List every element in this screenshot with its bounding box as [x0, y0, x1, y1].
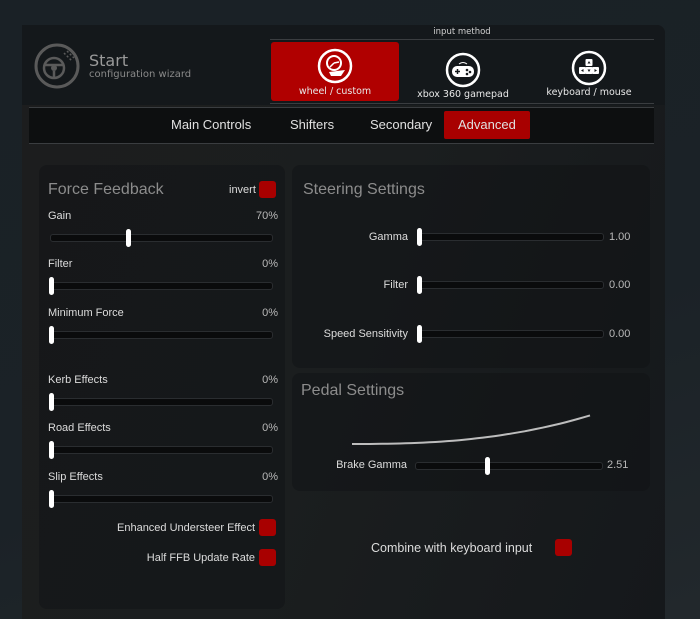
- tab-advanced[interactable]: Advanced: [444, 111, 530, 139]
- slider-thumb[interactable]: [417, 325, 422, 343]
- brake-gamma-label: Brake Gamma: [336, 459, 407, 471]
- tab-main-controls[interactable]: Main Controls: [157, 111, 265, 139]
- wizard-title: Start: [89, 51, 129, 70]
- steering-settings-panel: Steering Settings Gamma 1.00 Filter 0.00 S…: [292, 165, 650, 368]
- ffb-slider-label: Kerb Effects: [48, 374, 108, 386]
- slider-thumb[interactable]: [49, 441, 54, 459]
- input-method-gamepad-button[interactable]: xbox 360 gamepad: [399, 42, 527, 101]
- divider: [29, 143, 654, 144]
- ffb-slider[interactable]: [49, 490, 273, 508]
- keyboard-arrows-icon: [571, 50, 607, 86]
- gamepad-icon: [445, 52, 481, 88]
- slider-thumb[interactable]: [484, 457, 490, 475]
- ffb-slider[interactable]: [49, 393, 273, 411]
- ffb-slider-value: 0%: [262, 422, 278, 434]
- steering-slider-label: Filter: [383, 279, 408, 291]
- ffb-slider-value: 0%: [262, 374, 278, 386]
- divider: [270, 39, 654, 40]
- brake-gamma-curve: [352, 414, 591, 445]
- enhanced-understeer-label: Enhanced Understeer Effect: [117, 522, 255, 534]
- steering-slider-label: Gamma: [368, 231, 408, 243]
- slider-thumb[interactable]: [417, 276, 422, 294]
- ffb-slider-value: 70%: [255, 210, 278, 222]
- steering-slider-value: 0.00: [609, 328, 631, 340]
- ffb-slider-label: Gain: [48, 210, 72, 222]
- slider-thumb[interactable]: [49, 326, 54, 344]
- input-method-label: xbox 360 gamepad: [417, 89, 509, 100]
- header: Start configuration wizard input method …: [22, 25, 665, 105]
- steering-slider[interactable]: [417, 228, 604, 246]
- slider-thumb[interactable]: [49, 490, 54, 508]
- steering-slider-value: 1.00: [609, 231, 631, 243]
- pedal-settings-panel: Pedal Settings Brake Gamma 2.51: [292, 373, 650, 491]
- enhanced-understeer-checkbox[interactable]: [259, 519, 276, 536]
- panel-title: Force Feedback: [48, 181, 164, 198]
- ffb-slider[interactable]: [50, 229, 273, 247]
- brake-gamma-value: 2.51: [607, 459, 629, 471]
- slider-thumb[interactable]: [126, 229, 132, 247]
- ffb-slider[interactable]: [49, 441, 273, 459]
- invert-checkbox[interactable]: [259, 181, 276, 198]
- steering-wheel-logo-icon: [34, 43, 80, 89]
- force-feedback-panel: Force Feedback invert Gain 70% Filter 0%…: [39, 165, 285, 609]
- slider-thumb[interactable]: [49, 277, 54, 295]
- wizard-window: Start configuration wizard input method …: [22, 25, 665, 619]
- steering-slider[interactable]: [417, 276, 604, 294]
- tab-secondary[interactable]: Secondary: [356, 111, 446, 139]
- panel-title: Steering Settings: [303, 181, 425, 198]
- invert-label: invert: [229, 184, 256, 196]
- ffb-slider[interactable]: [49, 326, 273, 344]
- divider: [270, 103, 654, 104]
- tab-shifters[interactable]: Shifters: [276, 111, 348, 139]
- brake-gamma-slider[interactable]: [415, 457, 603, 475]
- combine-keyboard-label: Combine with keyboard input: [371, 541, 533, 555]
- steering-slider[interactable]: [417, 325, 604, 343]
- half-ffb-rate-label: Half FFB Update Rate: [146, 552, 255, 564]
- slider-thumb[interactable]: [417, 228, 422, 246]
- ffb-slider-label: Filter: [48, 258, 73, 270]
- panel-title: Pedal Settings: [301, 382, 405, 399]
- ffb-slider-value: 0%: [262, 471, 278, 483]
- input-method-keyboard-button[interactable]: keyboard / mouse: [525, 42, 653, 101]
- wizard-subtitle: configuration wizard: [89, 69, 192, 80]
- tab-bar: Main Controls Shifters Secondary Advance…: [29, 108, 654, 143]
- input-method-label: input method: [433, 27, 491, 37]
- steering-slider-label: Speed Sensitivity: [323, 328, 408, 340]
- input-method-wheel-button[interactable]: wheel / custom: [271, 42, 399, 101]
- input-method-label: wheel / custom: [298, 86, 372, 97]
- ffb-slider[interactable]: [49, 277, 273, 295]
- ffb-slider-value: 0%: [262, 307, 278, 319]
- half-ffb-rate-checkbox[interactable]: [259, 549, 276, 566]
- ffb-slider-value: 0%: [262, 258, 278, 270]
- input-method-label: keyboard / mouse: [546, 87, 632, 98]
- slider-thumb[interactable]: [49, 393, 54, 411]
- steering-slider-value: 0.00: [609, 279, 631, 291]
- steering-wheel-icon: [317, 48, 353, 84]
- ffb-slider-label: Road Effects: [48, 422, 111, 434]
- ffb-slider-label: Slip Effects: [48, 471, 103, 483]
- combine-keyboard-checkbox[interactable]: [555, 539, 572, 556]
- ffb-slider-label: Minimum Force: [48, 307, 124, 319]
